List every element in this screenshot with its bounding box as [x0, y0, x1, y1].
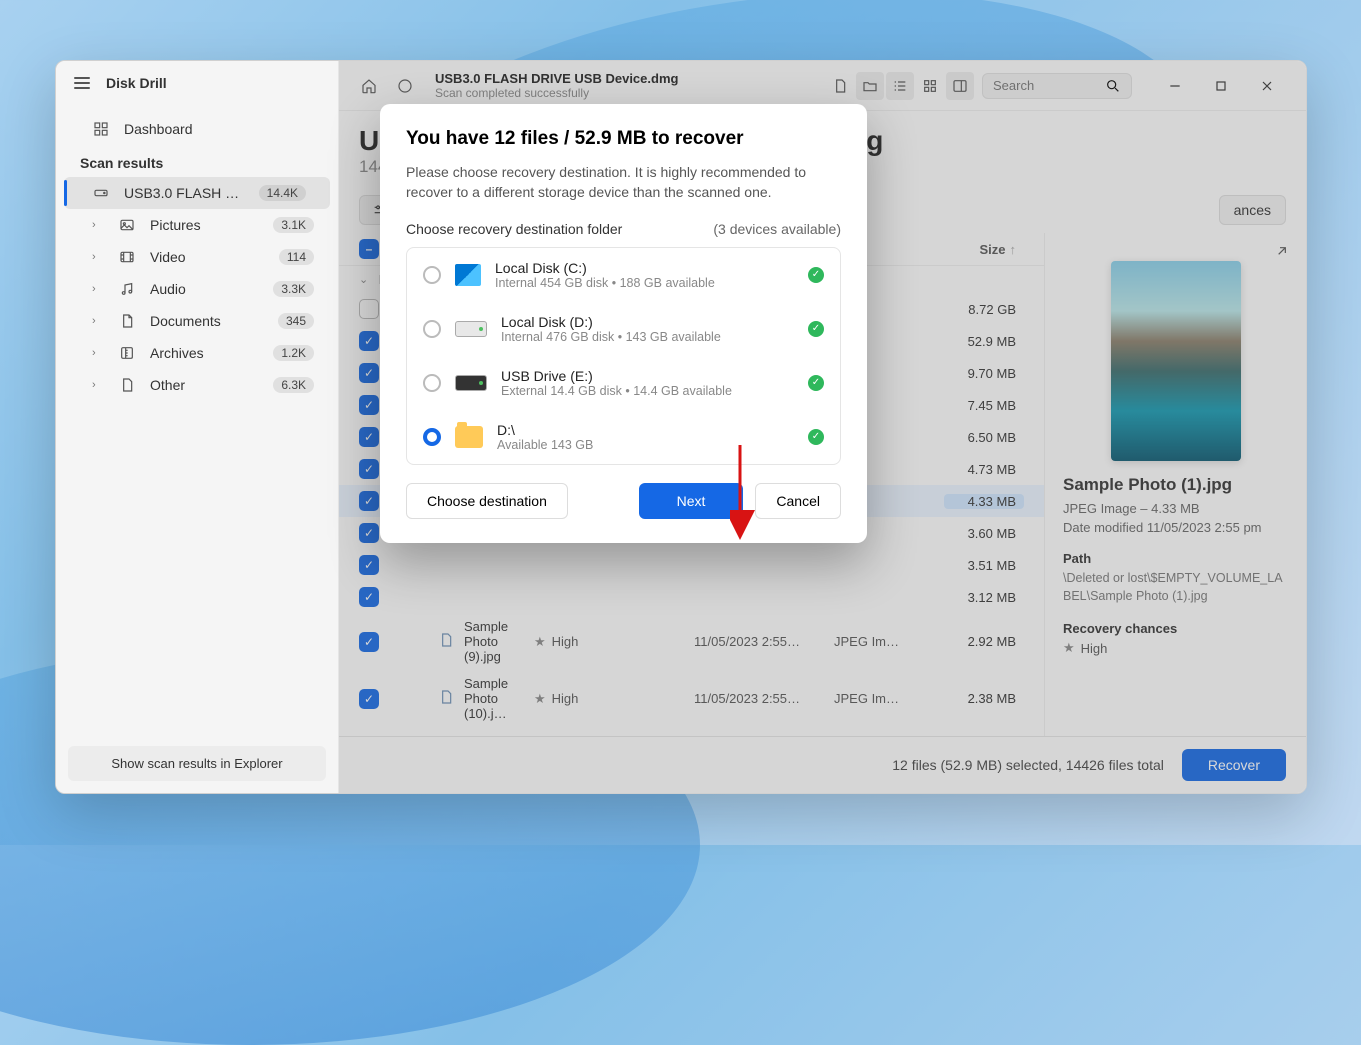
music-icon — [118, 281, 136, 297]
windows-drive-icon — [455, 264, 481, 286]
dest-sub: Available 143 GB — [497, 438, 794, 452]
dest-heading: Choose recovery destination folder — [406, 221, 622, 237]
choose-destination-button[interactable]: Choose destination — [406, 483, 568, 519]
destination-option-d[interactable]: Local Disk (D:)Internal 476 GB disk • 14… — [407, 302, 840, 356]
sidebar-item-audio[interactable]: › Audio 3.3K — [56, 273, 338, 305]
chevron-right-icon: › — [92, 379, 104, 391]
radio-button[interactable] — [423, 320, 441, 338]
grid-icon — [92, 121, 110, 137]
cancel-button[interactable]: Cancel — [755, 483, 841, 519]
sidebar-item-documents[interactable]: › Documents 345 — [56, 305, 338, 337]
count-badge: 1.2K — [273, 345, 314, 361]
sidebar-item-archives[interactable]: › Archives 1.2K — [56, 337, 338, 369]
folder-icon — [455, 426, 483, 448]
drive-icon — [92, 185, 110, 201]
dest-name: Local Disk (D:) — [501, 314, 794, 330]
sidebar-item-other[interactable]: › Other 6.3K — [56, 369, 338, 401]
chevron-right-icon: › — [92, 219, 104, 231]
destination-option-e[interactable]: USB Drive (E:)External 14.4 GB disk • 14… — [407, 356, 840, 410]
count-badge: 114 — [279, 249, 314, 265]
image-icon — [118, 217, 136, 233]
sidebar-item-drive[interactable]: USB3.0 FLASH DRIVE U… 14.4K — [64, 177, 330, 209]
disk-icon — [455, 321, 487, 337]
nav-label: Pictures — [150, 217, 201, 233]
dest-name: D:\ — [497, 422, 794, 438]
chevron-right-icon: › — [92, 283, 104, 295]
dest-sub: Internal 454 GB disk • 188 GB available — [495, 276, 794, 290]
nav-label: Other — [150, 377, 185, 393]
archive-icon — [118, 345, 136, 361]
usb-drive-icon — [455, 375, 487, 391]
sidebar-item-video[interactable]: › Video 114 — [56, 241, 338, 273]
menu-icon[interactable] — [74, 77, 90, 89]
nav-heading: Scan results — [56, 145, 338, 177]
count-badge: 6.3K — [273, 377, 314, 393]
chevron-right-icon: › — [92, 315, 104, 327]
check-icon: ✓ — [808, 375, 824, 391]
dest-available: (3 devices available) — [713, 221, 841, 237]
nav-label: Audio — [150, 281, 186, 297]
destination-option-c[interactable]: Local Disk (C:)Internal 454 GB disk • 18… — [407, 248, 840, 302]
dest-name: Local Disk (C:) — [495, 260, 794, 276]
sidebar: Disk Drill Dashboard Scan results USB3.0… — [56, 61, 339, 793]
nav-dashboard[interactable]: Dashboard — [56, 113, 338, 145]
radio-button[interactable] — [423, 374, 441, 392]
video-icon — [118, 249, 136, 265]
check-icon: ✓ — [808, 321, 824, 337]
count-badge: 3.1K — [273, 217, 314, 233]
next-button[interactable]: Next — [639, 483, 744, 519]
check-icon: ✓ — [808, 429, 824, 445]
count-badge: 345 — [278, 313, 314, 329]
file-icon — [118, 377, 136, 393]
destination-option-folder[interactable]: D:\Available 143 GB ✓ — [407, 410, 840, 464]
dest-sub: Internal 476 GB disk • 143 GB available — [501, 330, 794, 344]
check-icon: ✓ — [808, 267, 824, 283]
modal-title: You have 12 files / 52.9 MB to recover — [406, 128, 841, 150]
radio-button[interactable] — [423, 428, 441, 446]
nav-label: USB3.0 FLASH DRIVE U… — [124, 185, 245, 201]
dest-sub: External 14.4 GB disk • 14.4 GB availabl… — [501, 384, 794, 398]
nav-label: Archives — [150, 345, 204, 361]
sidebar-item-pictures[interactable]: › Pictures 3.1K — [56, 209, 338, 241]
nav-label: Dashboard — [124, 121, 193, 137]
chevron-right-icon: › — [92, 251, 104, 263]
radio-button[interactable] — [423, 266, 441, 284]
dest-name: USB Drive (E:) — [501, 368, 794, 384]
document-icon — [118, 313, 136, 329]
count-badge: 14.4K — [259, 185, 306, 201]
show-in-explorer-button[interactable]: Show scan results in Explorer — [68, 746, 326, 781]
recovery-destination-modal: You have 12 files / 52.9 MB to recover P… — [380, 104, 867, 543]
app-title: Disk Drill — [106, 75, 167, 91]
chevron-right-icon: › — [92, 347, 104, 359]
count-badge: 3.3K — [273, 281, 314, 297]
nav-label: Documents — [150, 313, 221, 329]
modal-description: Please choose recovery destination. It i… — [406, 162, 841, 203]
nav-label: Video — [150, 249, 186, 265]
destination-list: Local Disk (C:)Internal 454 GB disk • 18… — [406, 247, 841, 465]
